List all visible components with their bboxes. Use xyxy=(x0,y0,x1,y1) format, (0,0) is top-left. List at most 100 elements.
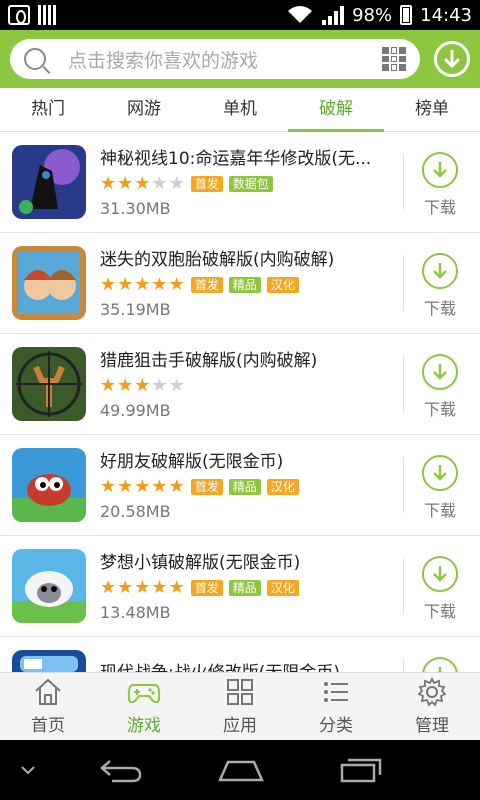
download-label: 下载 xyxy=(423,198,456,217)
battery-icon xyxy=(400,5,413,25)
download-icon xyxy=(433,162,447,178)
apps-grid-icon xyxy=(227,679,253,705)
tab-hot[interactable]: 热门 xyxy=(0,88,96,131)
star-icon: ★ xyxy=(134,172,151,194)
download-label: 下载 xyxy=(423,400,456,419)
star-icon: ★ xyxy=(117,374,134,396)
list-item[interactable]: 迷失的双胞胎破解版(内购破解) ★ ★ ★ ★ ★ 首发 精品 汉化 35.19MB 下… xyxy=(0,233,480,334)
tab-cracked[interactable]: 破解 xyxy=(288,88,384,132)
app-notification-icon xyxy=(8,5,30,25)
search-placeholder: 点击搜索你喜欢的游戏 xyxy=(68,49,259,72)
star-icon: ★ xyxy=(168,475,185,497)
game-title: 梦想小镇破解版(无限金币) xyxy=(100,552,301,573)
rating-stars: ★ ★ ★ ★ ★ xyxy=(100,475,185,497)
game-title: 猎鹿狙击手破解版(内购破解) xyxy=(100,350,318,371)
download-button[interactable]: 下载 xyxy=(420,657,460,672)
star-icon: ★ xyxy=(117,172,134,194)
game-icon xyxy=(12,145,86,219)
nav-games[interactable]: 游戏 xyxy=(96,673,192,740)
file-size: 13.48MB xyxy=(100,602,171,622)
game-title: 好朋友破解版(无限金币) xyxy=(100,451,284,472)
rating-stars: ★ ★ ★ ★ ★ xyxy=(100,374,185,396)
qr-code-icon[interactable] xyxy=(382,47,406,71)
file-size: 49.99MB xyxy=(100,400,171,420)
game-icon xyxy=(12,650,86,672)
list-item[interactable]: 梦想小镇破解版(无限金币) ★ ★ ★ ★ ★ 首发 精品 汉化 13.48MB 下载 xyxy=(0,536,480,637)
back-button[interactable] xyxy=(56,740,186,800)
download-label: 下载 xyxy=(423,602,456,621)
home-icon xyxy=(35,678,61,705)
download-button[interactable]: 下载 xyxy=(420,556,460,622)
tag-badge: 首发 xyxy=(190,579,223,596)
status-bar: 98% 14:43 xyxy=(0,0,480,30)
download-button[interactable]: 下载 xyxy=(420,253,460,319)
gamepad-icon xyxy=(127,684,161,704)
star-icon: ★ xyxy=(151,273,168,295)
game-list: 神秘视线10:命运嘉年华修改版(无... ★ ★ ★ ★ ★ 首发 数据包 31.30M… xyxy=(0,132,480,672)
list-item[interactable]: 猎鹿狙击手破解版(内购破解) ★ ★ ★ ★ ★ 49.99MB 下载 xyxy=(0,334,480,435)
rating-stars: ★ ★ ★ ★ ★ xyxy=(100,172,185,194)
barcode-notification-icon xyxy=(38,5,60,25)
tab-ranking[interactable]: 榜单 xyxy=(384,88,480,131)
nav-manage[interactable]: 管理 xyxy=(384,673,480,740)
tab-single[interactable]: 单机 xyxy=(192,88,288,131)
tag-badge: 精品 xyxy=(228,579,261,596)
list-item[interactable]: 好朋友破解版(无限金币) ★ ★ ★ ★ ★ 首发 精品 汉化 20.58MB 下载 xyxy=(0,435,480,536)
star-icon: ★ xyxy=(151,374,168,396)
nav-categories[interactable]: 分类 xyxy=(288,673,384,740)
star-icon: ★ xyxy=(168,273,185,295)
download-icon xyxy=(433,263,447,279)
back-icon xyxy=(100,760,142,783)
home-button[interactable] xyxy=(186,740,296,800)
list-icon xyxy=(324,682,348,702)
tag-badge: 数据包 xyxy=(228,175,273,192)
tag-badge: 汉化 xyxy=(266,579,299,596)
tag-badge: 汉化 xyxy=(266,276,299,293)
category-tabs: 热门 网游 单机 破解 榜单 xyxy=(0,88,480,132)
download-button[interactable]: 下载 xyxy=(420,152,460,218)
download-button[interactable]: 下载 xyxy=(420,354,460,420)
recents-button[interactable] xyxy=(296,740,426,800)
search-header: 点击搜索你喜欢的游戏 xyxy=(0,30,480,88)
tag-badge: 首发 xyxy=(190,478,223,495)
nav-apps[interactable]: 应用 xyxy=(192,673,288,740)
star-icon: ★ xyxy=(151,576,168,598)
nav-label: 游戏 xyxy=(127,716,161,736)
tab-online[interactable]: 网游 xyxy=(96,88,192,131)
signal-icon xyxy=(322,5,345,25)
download-icon xyxy=(433,465,447,481)
star-icon: ★ xyxy=(100,576,117,598)
download-label: 下载 xyxy=(423,501,456,520)
nav-label: 分类 xyxy=(319,716,353,736)
star-icon: ★ xyxy=(151,172,168,194)
clock: 14:43 xyxy=(420,4,472,26)
download-button[interactable]: 下载 xyxy=(420,455,460,521)
gear-icon xyxy=(417,677,447,707)
game-icon xyxy=(12,549,86,623)
chevron-down-icon xyxy=(21,766,35,775)
star-icon: ★ xyxy=(168,374,185,396)
star-icon: ★ xyxy=(134,374,151,396)
game-title: 神秘视线10:命运嘉年华修改版(无... xyxy=(100,148,372,169)
hide-nav-button[interactable] xyxy=(0,740,56,800)
list-item[interactable]: 神秘视线10:命运嘉年华修改版(无... ★ ★ ★ ★ ★ 首发 数据包 31.30M… xyxy=(0,132,480,233)
star-icon: ★ xyxy=(100,475,117,497)
nav-home[interactable]: 首页 xyxy=(0,673,96,740)
wifi-icon xyxy=(288,6,313,23)
download-icon xyxy=(433,364,447,380)
nav-label: 首页 xyxy=(31,716,65,736)
file-size: 31.30MB xyxy=(100,198,171,218)
star-icon: ★ xyxy=(117,576,134,598)
tag-badge: 首发 xyxy=(190,276,223,293)
system-nav-bar xyxy=(0,740,480,800)
bottom-nav: 首页 游戏 应用 分类 管理 xyxy=(0,672,480,740)
file-size: 35.19MB xyxy=(100,299,171,319)
star-icon: ★ xyxy=(117,273,134,295)
nav-label: 管理 xyxy=(415,716,449,736)
recents-icon xyxy=(340,758,382,783)
game-icon xyxy=(12,448,86,522)
search-input[interactable]: 点击搜索你喜欢的游戏 xyxy=(10,39,420,79)
star-icon: ★ xyxy=(100,273,117,295)
list-item[interactable]: 现代战争:战火修改版(无限金币) ★★★★★ 下载 xyxy=(0,637,480,672)
download-manager-button[interactable] xyxy=(434,41,470,77)
